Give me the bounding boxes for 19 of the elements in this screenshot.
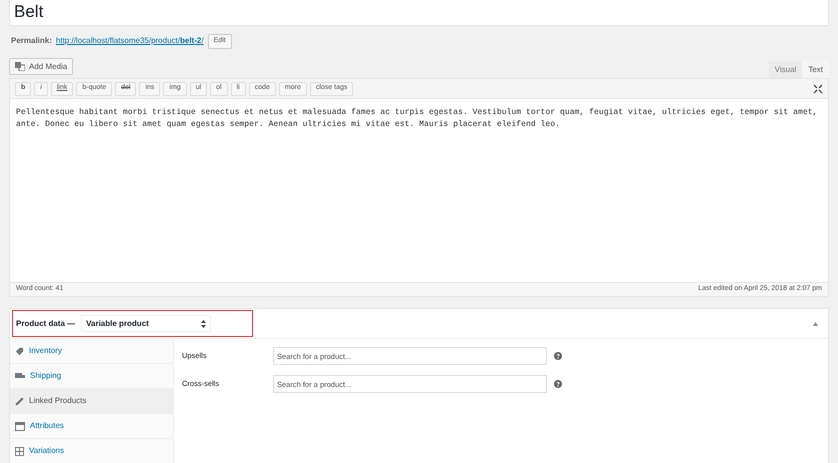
table-icon [15, 422, 25, 430]
help-icon [554, 380, 562, 388]
editor-tab[interactable]: Text [802, 61, 829, 78]
product-data-tab[interactable]: Linked Products [10, 389, 173, 414]
media-icon [15, 62, 25, 71]
select-arrows-icon [201, 320, 206, 328]
tag-icon [15, 346, 24, 356]
editor-tab[interactable]: Visual [768, 61, 802, 78]
product-type-select[interactable]: Variable product [81, 315, 212, 332]
title-field[interactable]: Belt [9, 0, 829, 26]
add-media-button[interactable]: Add Media [9, 58, 74, 75]
permalink-label: Permalink: [11, 35, 52, 47]
help-icon [554, 352, 562, 360]
permalink-link[interactable]: http://localhost/flatsome35/product/belt-2/ [56, 35, 204, 47]
grid-icon [15, 446, 24, 456]
collapse-icon[interactable] [813, 322, 818, 326]
fullscreen-icon[interactable] [813, 84, 823, 94]
content-text[interactable]: Pellentesque habitant morbi tristique senectus et netus et malesuada fames ac turpis egestas. Vestibulum tortor quam, feugiat vitae, ultricies eget, tempor sit amet, ante. Donec eu libero sit amet quam egestas semper. Aenean ultricies mi vitae est. Mauris placerat eleifend leo. [16, 107, 822, 131]
product-data-label: Product data — [16, 318, 76, 330]
